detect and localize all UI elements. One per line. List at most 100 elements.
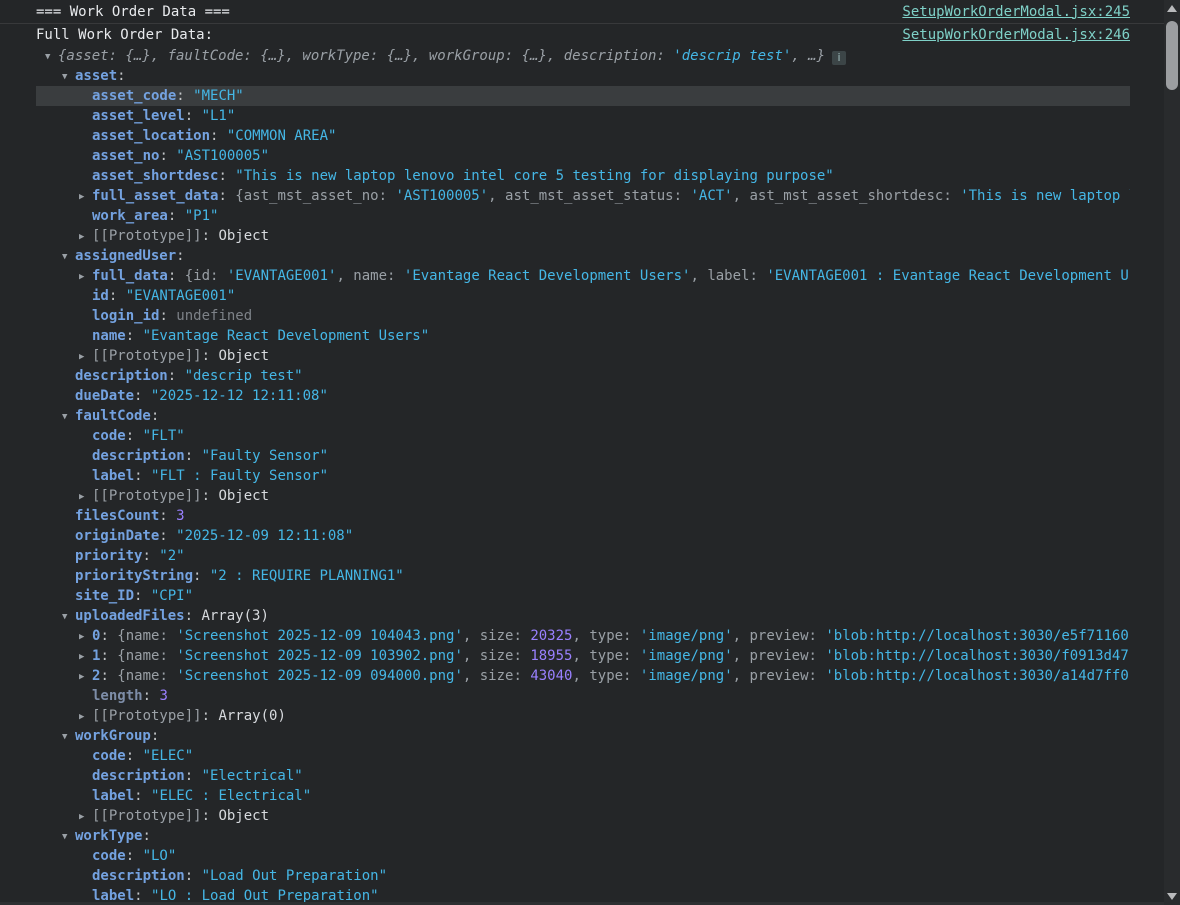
tree-row-site-id: site_ID: "CPI" bbox=[36, 586, 1130, 606]
string-value: "2" bbox=[159, 548, 184, 564]
string-value: 'Evantage React Development Users' bbox=[404, 268, 691, 284]
string-value: 'Screenshot 2025-12-09 104043.png' bbox=[176, 628, 463, 644]
property-key: code bbox=[92, 848, 126, 864]
property-key: filesCount bbox=[75, 508, 159, 524]
scrollbar-up-icon[interactable] bbox=[1164, 0, 1180, 16]
tree-row-uploaded-files[interactable]: ▼uploadedFiles: Array(3) bbox=[36, 606, 1130, 626]
tree-row-prototype[interactable]: ▶[[Prototype]]: Array(0) bbox=[36, 706, 1130, 726]
expanded-arrow-icon[interactable]: ▼ bbox=[62, 727, 75, 746]
colon: : bbox=[109, 288, 126, 304]
collapsed-arrow-icon[interactable]: ▶ bbox=[79, 187, 92, 206]
colon: : bbox=[151, 408, 159, 424]
tree-row-file-1[interactable]: ▶1: {name: 'Screenshot 2025-12-09 103902… bbox=[36, 646, 1130, 666]
tree-row-prototype[interactable]: ▶[[Prototype]]: Object bbox=[36, 806, 1130, 826]
object-preview: , …} bbox=[791, 48, 825, 64]
preview-string-value: 'descrip test' bbox=[673, 48, 791, 64]
property-key: login_id bbox=[92, 308, 159, 324]
property-key: workGroup bbox=[75, 728, 151, 744]
string-value: 'EVANTAGE001 : Evantage React Developmen… bbox=[766, 268, 1130, 284]
tree-row-work-type[interactable]: ▼workType: bbox=[36, 826, 1130, 846]
string-value: "Faulty Sensor" bbox=[202, 448, 328, 464]
string-value: "Load Out Preparation" bbox=[202, 868, 387, 884]
prototype-key: [[Prototype]] bbox=[92, 348, 202, 364]
tree-row-length: length: 3 bbox=[36, 686, 1130, 706]
string-value: "COMMON AREA" bbox=[227, 128, 337, 144]
property-key: site_ID bbox=[75, 588, 134, 604]
colon: : bbox=[185, 608, 202, 624]
object-preview: {asset: {…}, faultCode: {…}, workType: {… bbox=[58, 48, 673, 64]
string-value: "Evantage React Development Users" bbox=[143, 328, 430, 344]
property-key: full_data bbox=[92, 268, 168, 284]
expanded-arrow-icon[interactable]: ▼ bbox=[62, 247, 75, 266]
object-preview-row[interactable]: ▼{asset: {…}, faultCode: {…}, workType: … bbox=[36, 46, 1130, 66]
source-link[interactable]: SetupWorkOrderModal.jsx:246 bbox=[902, 24, 1130, 46]
tree-row-description: description: "descrip test" bbox=[36, 366, 1130, 386]
string-value: "P1" bbox=[185, 208, 219, 224]
colon: : bbox=[159, 528, 176, 544]
tree-row-full-asset-data[interactable]: ▶full_asset_data: {ast_mst_asset_no: 'AS… bbox=[36, 186, 1130, 206]
colon: : bbox=[168, 208, 185, 224]
collapsed-arrow-icon[interactable]: ▶ bbox=[79, 647, 92, 666]
string-value: 'Screenshot 2025-12-09 103902.png' bbox=[176, 648, 463, 664]
colon: : bbox=[142, 828, 150, 844]
string-value: "This is new laptop lenovo intel core 5 … bbox=[235, 168, 833, 184]
tree-row-work-group[interactable]: ▼workGroup: bbox=[36, 726, 1130, 746]
colon: : bbox=[134, 388, 151, 404]
console-message-text: === Work Order Data === bbox=[36, 1, 230, 23]
collapsed-arrow-icon[interactable]: ▶ bbox=[79, 347, 92, 366]
collapsed-arrow-icon[interactable]: ▶ bbox=[79, 707, 92, 726]
string-value: "EVANTAGE001" bbox=[126, 288, 236, 304]
string-value: "L1" bbox=[202, 108, 236, 124]
string-value: 'blob:http://localhost:3030/e5f71160-0a' bbox=[825, 628, 1130, 644]
object-preview-text: {id: bbox=[185, 268, 227, 284]
tree-row-label: label: "ELEC : Electrical" bbox=[36, 786, 1130, 806]
tree-row-asset[interactable]: ▼asset: bbox=[36, 66, 1130, 86]
expanded-arrow-icon[interactable]: ▼ bbox=[62, 407, 75, 426]
expanded-arrow-icon[interactable]: ▼ bbox=[62, 607, 75, 626]
object-preview-text: , size: bbox=[463, 668, 530, 684]
property-key: description bbox=[75, 368, 168, 384]
object-preview-text: , preview: bbox=[733, 628, 826, 644]
collapsed-arrow-icon[interactable]: ▶ bbox=[79, 807, 92, 826]
prototype-key: [[Prototype]] bbox=[92, 228, 202, 244]
object-preview-text: , size: bbox=[463, 648, 530, 664]
property-key: uploadedFiles bbox=[75, 608, 185, 624]
collapsed-arrow-icon[interactable]: ▶ bbox=[79, 667, 92, 686]
property-key: code bbox=[92, 748, 126, 764]
tree-row-full-data[interactable]: ▶full_data: {id: 'EVANTAGE001', name: 'E… bbox=[36, 266, 1130, 286]
object-preview-text: , ast_mst_asset_shortdesc: bbox=[733, 188, 961, 204]
string-value: "LO" bbox=[143, 848, 177, 864]
string-value: "ELEC" bbox=[143, 748, 194, 764]
tree-row-assigned-user[interactable]: ▼assignedUser: bbox=[36, 246, 1130, 266]
property-key: label bbox=[92, 468, 134, 484]
string-value: 'image/png' bbox=[640, 668, 733, 684]
colon: : bbox=[134, 468, 151, 484]
prototype-key: [[Prototype]] bbox=[92, 708, 202, 724]
source-link[interactable]: SetupWorkOrderModal.jsx:245 bbox=[902, 1, 1130, 23]
collapsed-arrow-icon[interactable]: ▶ bbox=[79, 267, 92, 286]
tree-row-file-0[interactable]: ▶0: {name: 'Screenshot 2025-12-09 104043… bbox=[36, 626, 1130, 646]
prototype-key: [[Prototype]] bbox=[92, 808, 202, 824]
expanded-arrow-icon[interactable]: ▼ bbox=[62, 827, 75, 846]
tree-row-prototype[interactable]: ▶[[Prototype]]: Object bbox=[36, 346, 1130, 366]
colon: : bbox=[193, 568, 210, 584]
tree-row-prototype[interactable]: ▶[[Prototype]]: Object bbox=[36, 226, 1130, 246]
object-type-label: Object bbox=[218, 808, 269, 824]
tree-row-asset-location: asset_location: "COMMON AREA" bbox=[36, 126, 1130, 146]
tree-row-file-2[interactable]: ▶2: {name: 'Screenshot 2025-12-09 094000… bbox=[36, 666, 1130, 686]
scrollbar-thumb[interactable] bbox=[1166, 21, 1178, 90]
tree-row-fault-code[interactable]: ▼faultCode: bbox=[36, 406, 1130, 426]
property-key: label bbox=[92, 788, 134, 804]
info-icon[interactable]: i bbox=[832, 51, 846, 65]
collapsed-arrow-icon[interactable]: ▶ bbox=[79, 487, 92, 506]
scrollbar-down-icon[interactable] bbox=[1164, 889, 1180, 905]
expanded-arrow-icon[interactable]: ▼ bbox=[45, 47, 58, 66]
scrollbar bbox=[1164, 0, 1180, 905]
undefined-value: undefined bbox=[176, 308, 252, 324]
tree-row-description: description: "Electrical" bbox=[36, 766, 1130, 786]
expanded-arrow-icon[interactable]: ▼ bbox=[62, 67, 75, 86]
collapsed-arrow-icon[interactable]: ▶ bbox=[79, 227, 92, 246]
collapsed-arrow-icon[interactable]: ▶ bbox=[79, 627, 92, 646]
string-value: 'EVANTAGE001' bbox=[227, 268, 337, 284]
tree-row-prototype[interactable]: ▶[[Prototype]]: Object bbox=[36, 486, 1130, 506]
